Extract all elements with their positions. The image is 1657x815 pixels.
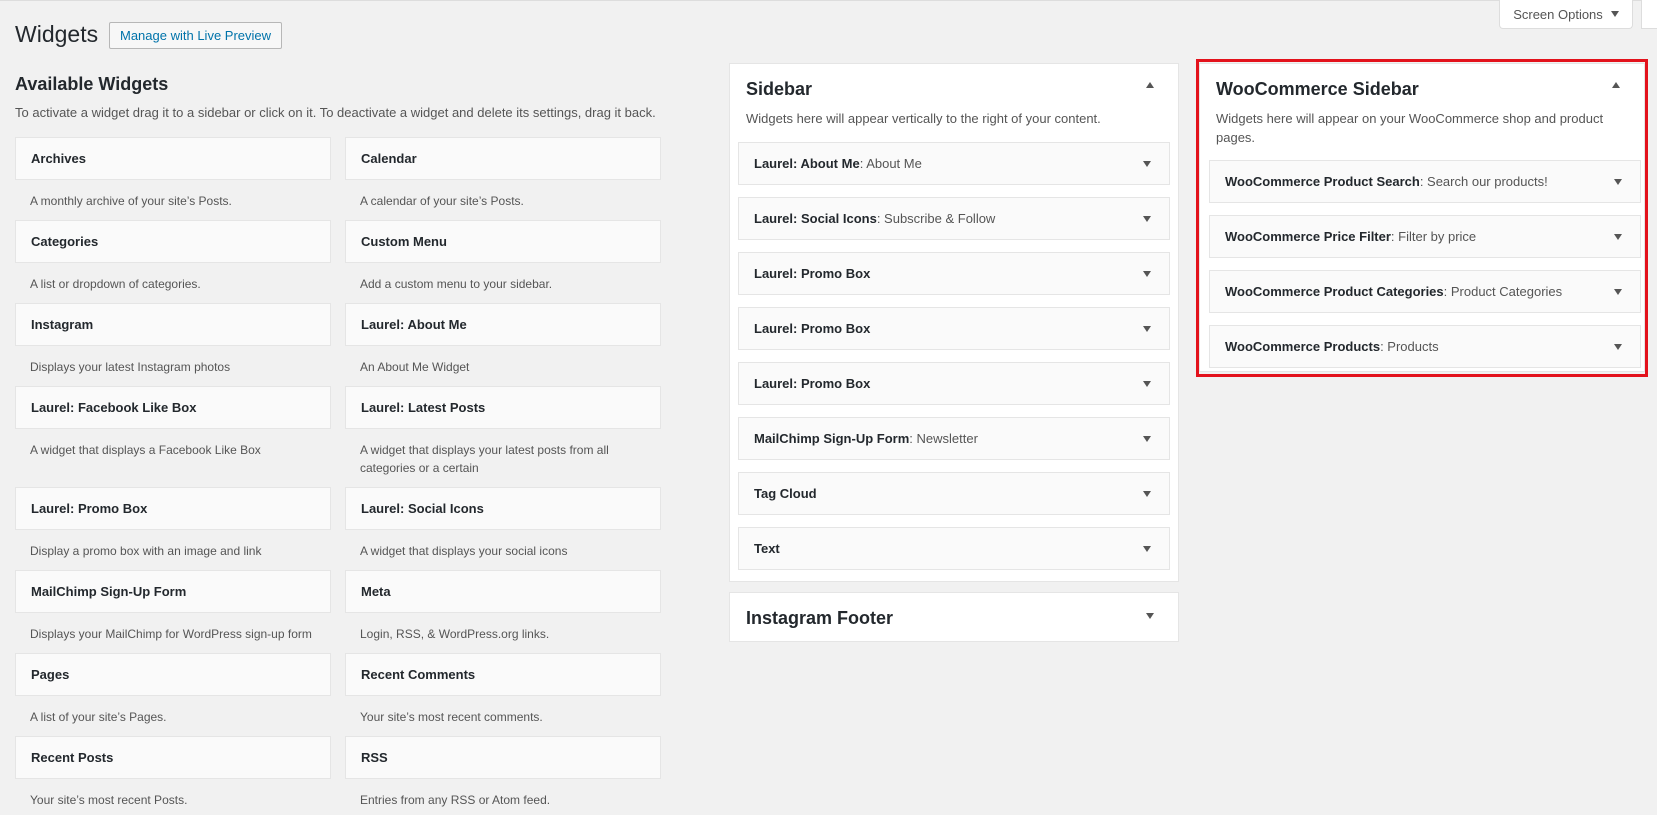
page-title: Widgets xyxy=(15,21,99,47)
available-widget[interactable]: Laurel: Promo Box xyxy=(15,487,331,530)
expand-widget-icon[interactable] xyxy=(1143,161,1151,167)
sidebar-widget[interactable]: Laurel: Promo Box xyxy=(738,252,1170,295)
widget-description: Display a promo box with an image and li… xyxy=(30,544,262,558)
sidebar-widget[interactable]: Laurel: Promo Box xyxy=(738,307,1170,350)
instagram-footer-area[interactable]: Instagram Footer xyxy=(729,592,1179,642)
available-widget[interactable]: Custom Menu xyxy=(345,220,661,263)
available-widget[interactable]: Laurel: About Me xyxy=(345,303,661,346)
available-widgets-description: To activate a widget drag it to a sideba… xyxy=(15,105,656,120)
available-widget[interactable]: Instagram xyxy=(15,303,331,346)
widget-name: Laurel: Promo Box xyxy=(754,376,871,391)
sidebar-widget[interactable]: MailChimp Sign-Up Form: Newsletter xyxy=(738,417,1170,460)
widget-description: Your site’s most recent comments. xyxy=(360,710,543,724)
screen-options-label: Screen Options xyxy=(1513,6,1603,22)
expand-widget-icon[interactable] xyxy=(1143,546,1151,552)
sidebar-widget[interactable]: Tag Cloud xyxy=(738,472,1170,515)
widget-description: Displays your latest Instagram photos xyxy=(30,360,231,374)
expand-widget-icon[interactable] xyxy=(1143,216,1151,222)
available-widget[interactable]: Recent Posts xyxy=(15,736,331,779)
expand-widget-icon[interactable] xyxy=(1143,491,1151,497)
available-widget[interactable]: Pages xyxy=(15,653,331,696)
sidebar-widget[interactable]: Laurel: About Me: About Me xyxy=(738,142,1170,185)
available-widget[interactable]: Laurel: Social Icons xyxy=(345,487,661,530)
help-tab[interactable] xyxy=(1641,0,1657,29)
widget-description: A calendar of your site’s Posts. xyxy=(360,194,524,208)
expand-widget-icon[interactable] xyxy=(1143,271,1151,277)
widget-description: An About Me Widget xyxy=(360,360,470,374)
available-widget[interactable]: MailChimp Sign-Up Form xyxy=(15,570,331,613)
sidebar-description: Widgets here will appear vertically to t… xyxy=(746,111,1101,126)
screen-options-button[interactable]: Screen Options xyxy=(1499,0,1633,29)
widget-title: : About Me xyxy=(859,156,922,171)
sidebar-widget-area: Sidebar Widgets here will appear vertica… xyxy=(729,63,1179,582)
sidebar-widget[interactable]: Laurel: Promo Box xyxy=(738,362,1170,405)
available-widget[interactable]: Recent Comments xyxy=(345,653,661,696)
available-widget[interactable]: Laurel: Facebook Like Box xyxy=(15,386,331,429)
widget-name: Laurel: Promo Box xyxy=(754,266,871,281)
available-widget[interactable]: RSS xyxy=(345,736,661,779)
widget-description: A list of your site’s Pages. xyxy=(30,710,167,724)
sidebar-widget[interactable]: Text xyxy=(738,527,1170,570)
expand-widget-icon[interactable] xyxy=(1143,436,1151,442)
widget-description: Add a custom menu to your sidebar. xyxy=(360,277,553,291)
available-widget[interactable]: Meta xyxy=(345,570,661,613)
highlight-box xyxy=(1196,59,1648,377)
widget-description: A widget that displays your latest posts… xyxy=(360,443,609,475)
sidebar-title: Sidebar xyxy=(746,79,813,99)
widget-title: : Newsletter xyxy=(909,431,978,446)
widget-description: A monthly archive of your site’s Posts. xyxy=(30,194,232,208)
widget-name: MailChimp Sign-Up Form xyxy=(754,431,910,446)
top-border xyxy=(0,0,1657,1)
collapse-sidebar-icon[interactable] xyxy=(1146,82,1154,88)
available-widget[interactable]: Categories xyxy=(15,220,331,263)
sidebar-widget[interactable]: Laurel: Social Icons: Subscribe & Follow xyxy=(738,197,1170,240)
widget-description: Displays your MailChimp for WordPress si… xyxy=(30,627,312,641)
widget-name: Laurel: About Me xyxy=(754,156,860,171)
available-widget[interactable]: Laurel: Latest Posts xyxy=(345,386,661,429)
widget-title: : Subscribe & Follow xyxy=(876,211,996,226)
expand-area-icon[interactable] xyxy=(1146,613,1154,619)
widget-name: Laurel: Promo Box xyxy=(754,321,871,336)
widget-description: Login, RSS, & WordPress.org links. xyxy=(360,627,550,641)
available-widget[interactable]: Calendar xyxy=(345,137,661,180)
chevron-down-icon xyxy=(1610,11,1619,17)
widget-description: Entries from any RSS or Atom feed. xyxy=(360,793,551,807)
widget-name: Laurel: Social Icons xyxy=(754,211,877,226)
widget-description: A widget that displays your social icons xyxy=(360,544,568,558)
available-widgets-title: Available Widgets xyxy=(15,74,169,94)
available-widget[interactable]: Archives xyxy=(15,137,331,180)
widget-description: A widget that displays a Facebook Like B… xyxy=(30,443,261,457)
instagram-footer-title: Instagram Footer xyxy=(746,608,894,628)
widget-name: Tag Cloud xyxy=(754,486,817,501)
expand-widget-icon[interactable] xyxy=(1143,326,1151,332)
manage-live-preview-button[interactable]: Manage with Live Preview xyxy=(109,22,283,49)
widget-name: Text xyxy=(754,541,780,556)
widget-description: Your site’s most recent Posts. xyxy=(30,793,188,807)
expand-widget-icon[interactable] xyxy=(1143,381,1151,387)
widget-description: A list or dropdown of categories. xyxy=(30,277,201,291)
